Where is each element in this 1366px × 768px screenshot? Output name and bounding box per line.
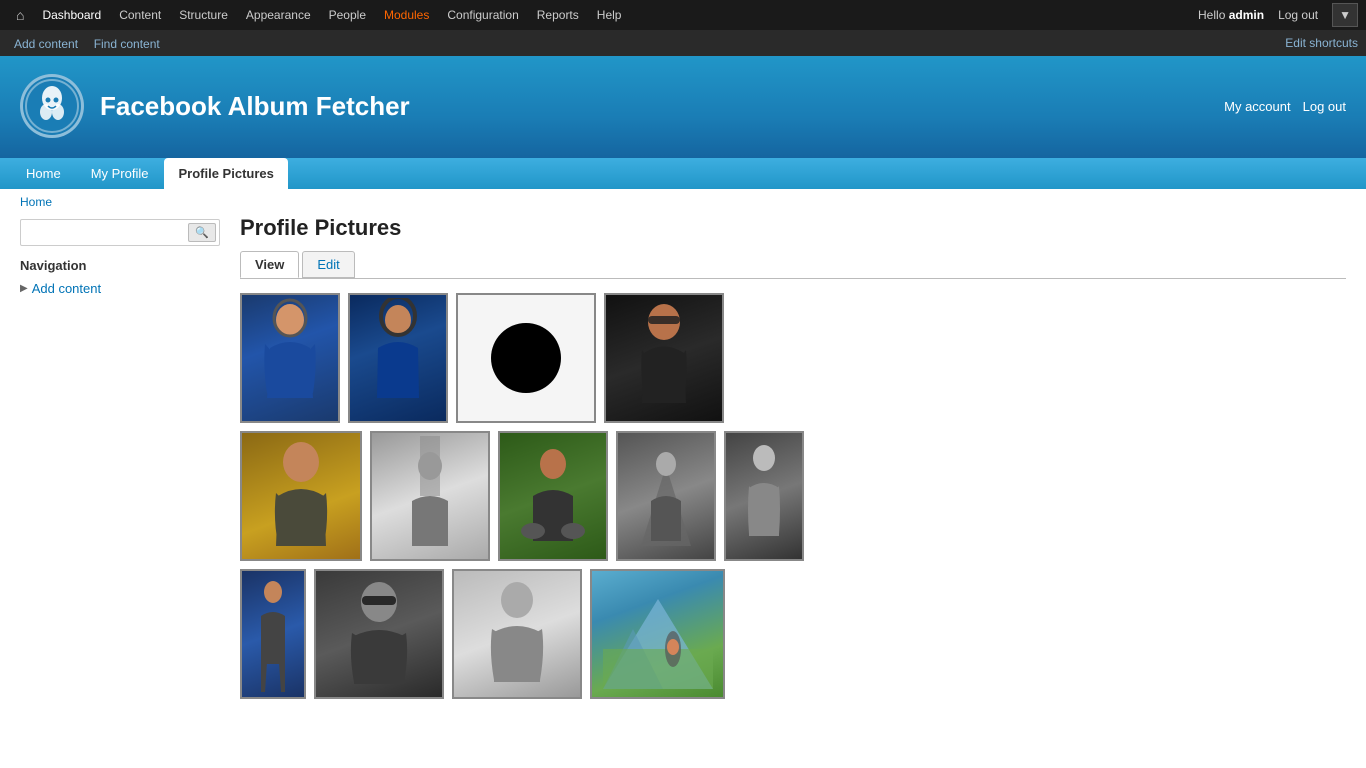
admin-username: admin	[1229, 8, 1264, 22]
toolbar-dashboard[interactable]: Dashboard	[34, 4, 109, 26]
black-circle	[491, 323, 561, 393]
sidebar-add-content[interactable]: ▶ Add content	[20, 279, 220, 298]
tab-view[interactable]: View	[240, 251, 299, 278]
nav-tab-my-profile[interactable]: My Profile	[77, 158, 163, 189]
breadcrumb-home[interactable]: Home	[20, 195, 52, 209]
person-icon-10	[251, 574, 295, 694]
photo-item-2[interactable]	[348, 293, 448, 423]
photo-grid-row2	[240, 431, 1346, 561]
person-icon-6	[390, 436, 470, 556]
edit-shortcuts-link[interactable]: Edit shortcuts	[1285, 36, 1358, 50]
photo-item-9[interactable]	[724, 431, 804, 561]
tab-separator	[240, 278, 1346, 279]
photo-item-10[interactable]	[240, 569, 306, 699]
navigation-title: Navigation	[20, 258, 220, 273]
nav-tab-profile-pictures[interactable]: Profile Pictures	[164, 158, 287, 189]
shortcuts-bar: Add content Find content Edit shortcuts	[0, 30, 1366, 56]
sidebar: 🔍 Navigation ▶ Add content	[20, 215, 220, 707]
nav-tab-home[interactable]: Home	[12, 158, 75, 189]
toolbar-right: Hello admin Log out ▼	[1198, 3, 1358, 27]
toolbar-left: ⌂ Dashboard Content Structure Appearance…	[8, 3, 629, 27]
main-layout: 🔍 Navigation ▶ Add content Profile Pictu…	[0, 215, 1366, 727]
search-icon: 🔍	[195, 227, 209, 239]
page-title: Profile Pictures	[240, 215, 1346, 241]
photo-item-6[interactable]	[370, 431, 490, 561]
navigation-block: Navigation ▶ Add content	[20, 258, 220, 298]
toolbar-modules[interactable]: Modules	[376, 4, 437, 26]
photo-item-12[interactable]	[452, 569, 582, 699]
toolbar-appearance[interactable]: Appearance	[238, 4, 319, 26]
photo-item-4[interactable]	[604, 293, 724, 423]
primary-nav: Home My Profile Profile Pictures	[0, 158, 1366, 189]
site-header: Facebook Album Fetcher My account Log ou…	[0, 56, 1366, 158]
toolbar-logout-button[interactable]: Log out	[1272, 4, 1324, 26]
arrow-icon: ▶	[20, 283, 28, 294]
toolbar-dropdown-button[interactable]: ▼	[1332, 3, 1358, 27]
toolbar-people[interactable]: People	[321, 4, 374, 26]
content-tabs: View Edit	[240, 251, 1346, 278]
my-account-link[interactable]: My account	[1224, 99, 1290, 114]
toolbar-structure[interactable]: Structure	[171, 4, 236, 26]
person-icon-12	[472, 574, 562, 694]
photo-item-7[interactable]	[498, 431, 608, 561]
person-icon-5	[256, 436, 346, 556]
person-icon-8	[631, 436, 701, 556]
search-input[interactable]	[24, 224, 188, 242]
add-content-shortcut[interactable]: Add content	[8, 37, 84, 51]
photo-item-3[interactable]	[456, 293, 596, 423]
person-icon-9	[737, 436, 792, 556]
photo-grid-row1	[240, 293, 1346, 423]
admin-toolbar: ⌂ Dashboard Content Structure Appearance…	[0, 0, 1366, 30]
person-icon-11	[334, 574, 424, 694]
search-box: 🔍	[20, 219, 220, 246]
photo-item-1[interactable]	[240, 293, 340, 423]
photo-item-5[interactable]	[240, 431, 362, 561]
druplicon-svg	[24, 78, 80, 134]
breadcrumb: Home	[0, 189, 1366, 215]
toolbar-reports[interactable]: Reports	[529, 4, 587, 26]
photo-grid-row3	[240, 569, 1346, 699]
person-icon-2	[363, 298, 433, 418]
find-content-shortcut[interactable]: Find content	[88, 37, 166, 51]
toolbar-home-icon[interactable]: ⌂	[8, 3, 32, 27]
photo-item-11[interactable]	[314, 569, 444, 699]
tab-edit[interactable]: Edit	[302, 251, 354, 278]
mountain-landscape	[603, 579, 713, 689]
site-logo-title: Facebook Album Fetcher	[20, 74, 410, 138]
shortcuts-links: Add content Find content	[8, 36, 166, 51]
toolbar-help[interactable]: Help	[589, 4, 630, 26]
site-logo	[20, 74, 84, 138]
search-button[interactable]: 🔍	[188, 223, 216, 242]
photo-item-13[interactable]	[590, 569, 725, 699]
person-icon-4	[624, 298, 704, 418]
toolbar-content[interactable]: Content	[111, 4, 169, 26]
hello-text: Hello admin	[1198, 8, 1264, 22]
person-icon-7	[513, 436, 593, 556]
header-logout-link[interactable]: Log out	[1303, 99, 1346, 114]
toolbar-configuration[interactable]: Configuration	[439, 4, 526, 26]
person-icon-1	[255, 298, 325, 418]
site-title: Facebook Album Fetcher	[100, 91, 410, 122]
photo-item-8[interactable]	[616, 431, 716, 561]
header-user-links: My account Log out	[1224, 99, 1346, 114]
content-area: Profile Pictures View Edit	[220, 215, 1346, 707]
